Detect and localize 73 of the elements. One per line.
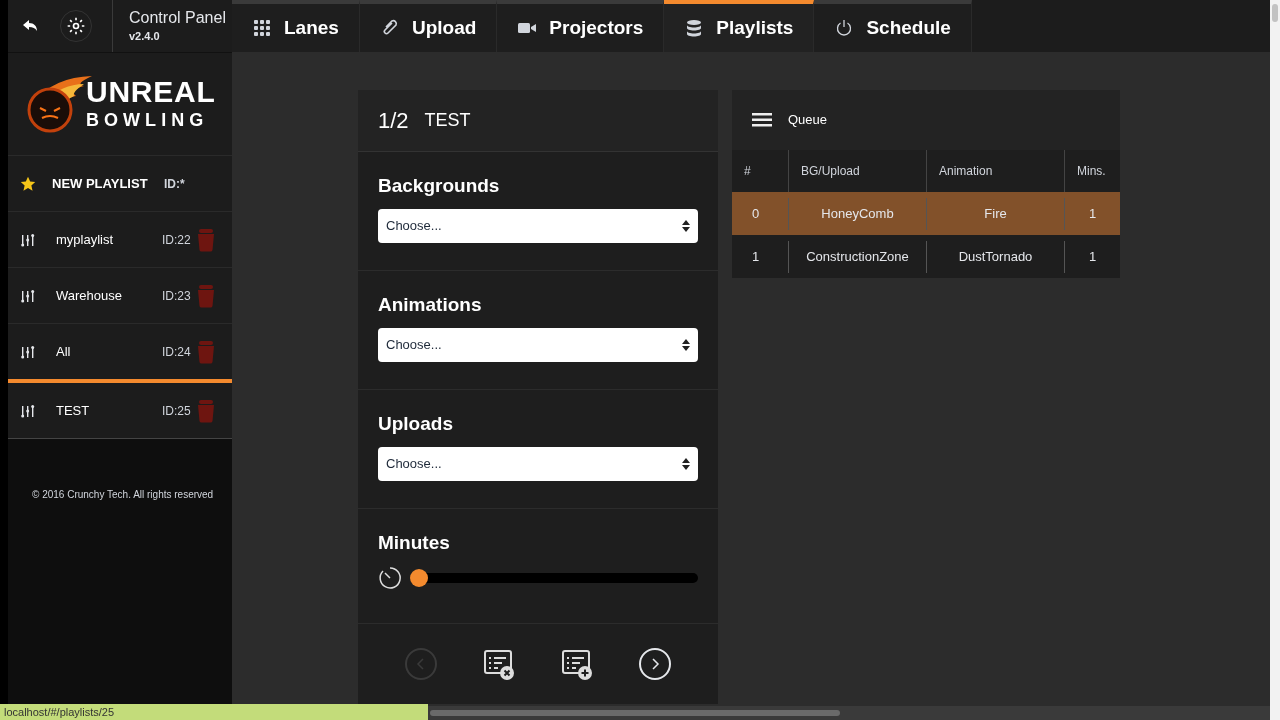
playlist-id: ID:25 <box>162 402 192 420</box>
copyright-text: © 2016 Crunchy Tech. All rights reserved <box>32 488 215 502</box>
table-cell: HoneyComb <box>788 197 926 230</box>
trash-icon[interactable] <box>196 398 216 423</box>
nav-tab[interactable]: Upload <box>359 0 498 52</box>
scrollbar-thumb[interactable] <box>430 710 840 716</box>
table-cell-text: 1 <box>751 247 761 266</box>
settings-icon <box>66 16 86 36</box>
playlist-name: All <box>56 342 72 361</box>
queue-title: Queue <box>788 111 828 130</box>
table-cell-text: 0 <box>751 204 761 223</box>
section-label: Minutes <box>378 531 451 555</box>
table-cell: 1 <box>1064 240 1120 273</box>
table-cell: DustTornado <box>926 240 1064 273</box>
minutes-slider[interactable] <box>410 568 698 587</box>
playlist-id: ID:23 <box>162 287 192 305</box>
trash-icon[interactable] <box>196 227 216 252</box>
playlist-counter: 1/2 <box>378 107 409 135</box>
playlist-name: TEST <box>56 401 91 420</box>
trash-icon[interactable] <box>196 339 216 364</box>
logo-title: UNREAL <box>86 76 216 108</box>
new-playlist-item[interactable]: NEW PLAYLIST ID:* <box>8 155 232 211</box>
app-version: v2.4.0 <box>129 28 161 44</box>
playlist-item[interactable]: Warehouse ID:23 <box>8 267 232 323</box>
list-add-icon[interactable] <box>561 648 593 680</box>
section-label: Animations <box>378 293 483 317</box>
menu-icon[interactable] <box>752 112 772 128</box>
playlist-item[interactable]: TEST ID:25 <box>8 379 232 439</box>
up-down-caret-icon <box>682 219 690 232</box>
playlist-name: Warehouse <box>56 286 123 305</box>
timer-icon <box>378 565 402 590</box>
next-button[interactable] <box>639 648 671 680</box>
playlist-title: TEST <box>424 109 471 132</box>
table-cell: Fire <box>926 197 1064 230</box>
queue-row[interactable]: 0 HoneyComb Fire 1 <box>732 192 1120 235</box>
new-playlist-id: ID:* <box>164 175 185 193</box>
playlist-id: ID:24 <box>162 343 192 361</box>
vertical-scrollbar[interactable] <box>1270 0 1280 720</box>
nav-tab[interactable]: Lanes <box>232 0 360 52</box>
sliders-icon <box>20 287 36 304</box>
choose-dropdown[interactable]: Choose... <box>378 208 698 243</box>
chevron-left-icon <box>415 658 427 670</box>
choose-dropdown[interactable]: Choose... <box>378 327 698 362</box>
sliders-icon <box>20 343 36 360</box>
logo-subtitle: BOWLING <box>86 109 210 132</box>
section-label: Backgrounds <box>378 174 501 198</box>
up-down-caret-icon <box>682 338 690 351</box>
column-header: # <box>743 163 752 180</box>
playlist-item[interactable]: myplaylist ID:22 <box>8 211 232 267</box>
choose-dropdown[interactable]: Choose... <box>378 446 698 481</box>
app-title: Control Panel <box>129 7 226 28</box>
table-cell: 1 <box>1064 197 1120 230</box>
nav-tab[interactable]: Playlists <box>664 0 815 52</box>
up-down-caret-icon <box>682 457 690 470</box>
slider-thumb[interactable] <box>410 568 428 587</box>
playlist-id: ID:22 <box>162 231 192 249</box>
table-cell: ConstructionZone <box>788 240 926 273</box>
list-remove-icon[interactable] <box>483 648 515 680</box>
nav-tab[interactable]: Schedule <box>814 0 972 52</box>
playlist-item[interactable]: All ID:24 <box>8 323 232 379</box>
trash-icon[interactable] <box>196 283 216 308</box>
chevron-right-icon <box>649 658 661 670</box>
horizontal-scrollbar[interactable] <box>428 706 1270 720</box>
playlist-name: myplaylist <box>56 230 115 249</box>
star-icon <box>20 175 36 192</box>
grid-icon <box>252 18 272 38</box>
section-label: Uploads <box>378 412 454 436</box>
new-playlist-label: NEW PLAYLIST <box>52 174 149 193</box>
nav-tab[interactable]: Projectors <box>497 0 665 52</box>
scrollbar-thumb[interactable] <box>1272 4 1278 22</box>
sliders-icon <box>20 231 36 248</box>
status-url: localhost/#/playlists/25 <box>0 704 428 720</box>
sliders-icon <box>20 402 36 419</box>
